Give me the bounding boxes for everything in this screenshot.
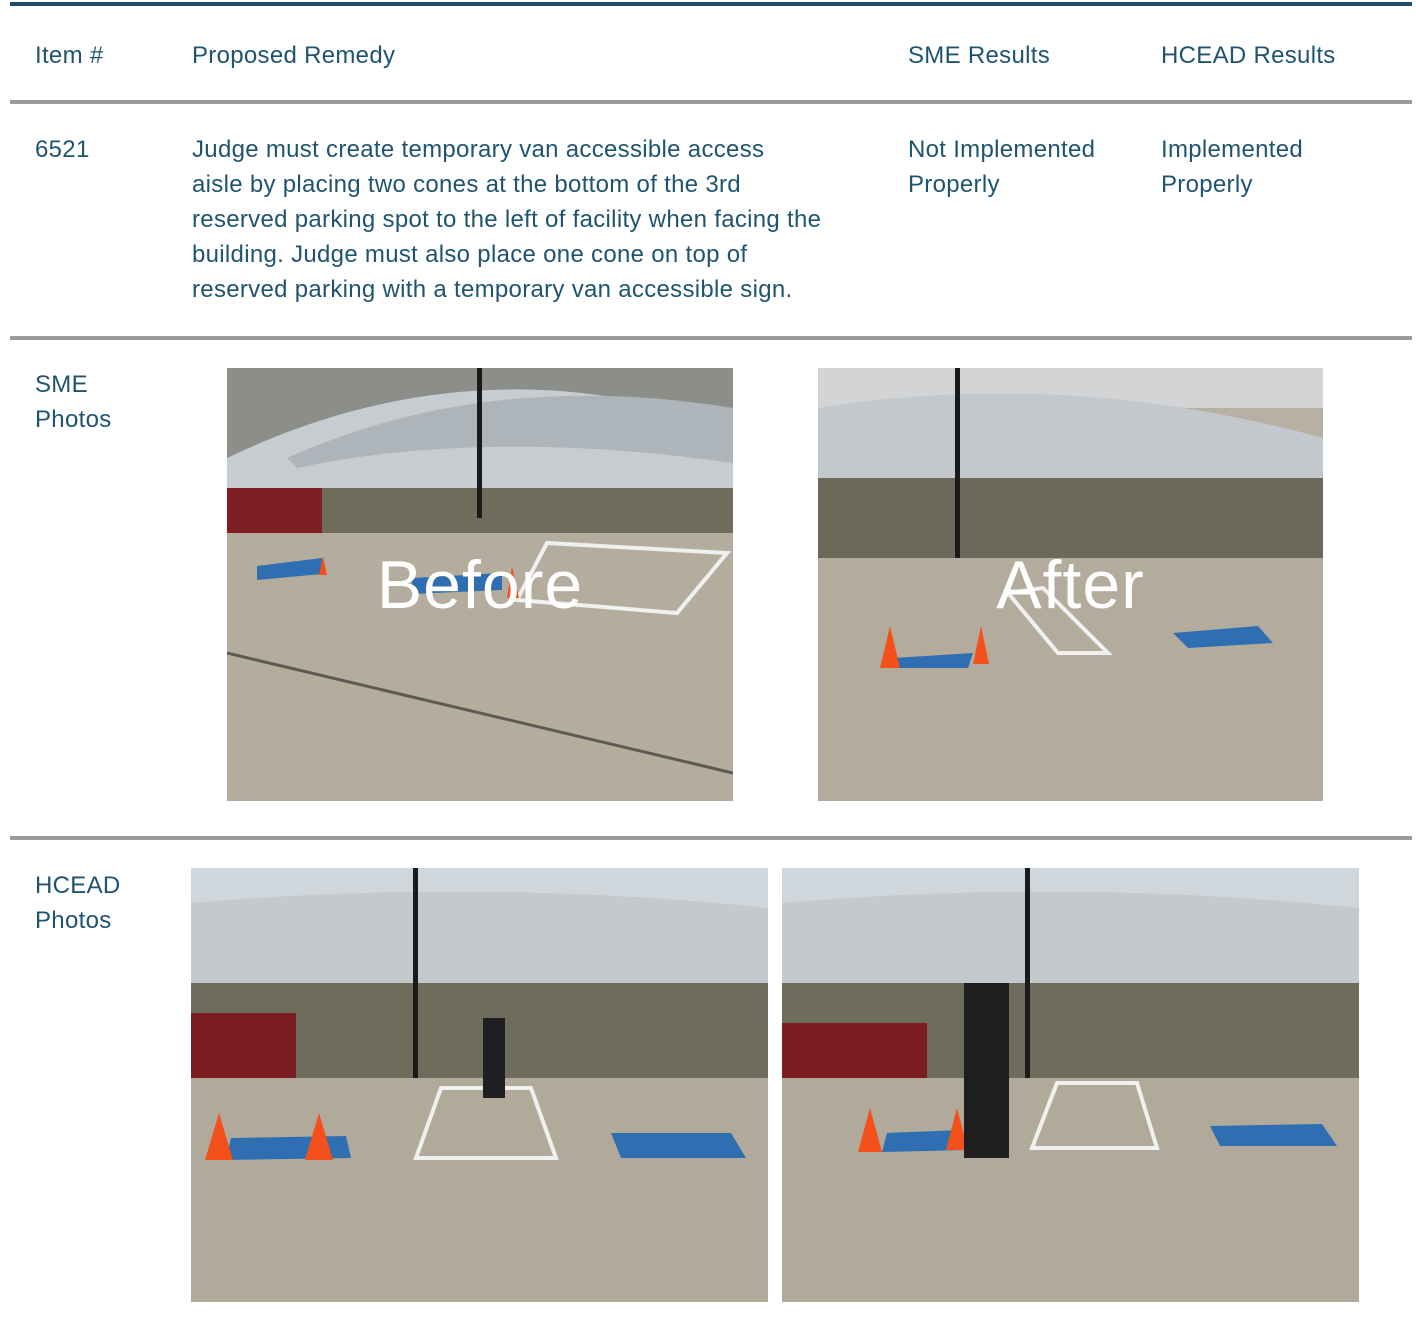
parking-lot-image bbox=[782, 868, 1359, 1302]
hcead-photos-label-line: Photos bbox=[35, 907, 112, 934]
hcead-photo-1 bbox=[191, 868, 768, 1302]
remedy-line: building. Judge must also place one cone… bbox=[192, 241, 748, 268]
sme-photos-label-line: Photos bbox=[35, 406, 112, 433]
remedy-line: reserved parking spot to the left of fac… bbox=[192, 206, 822, 233]
header-sme-results: SME Results bbox=[908, 42, 1051, 69]
header-proposed-remedy: Proposed Remedy bbox=[192, 42, 396, 69]
hcead-photo-2 bbox=[782, 868, 1359, 1302]
hcead-photos-label-line: HCEAD bbox=[35, 872, 121, 899]
header-divider bbox=[10, 100, 1412, 104]
sme-after-photo: After bbox=[818, 368, 1323, 801]
after-label: After bbox=[996, 546, 1145, 623]
sme-result-line: Not Implemented bbox=[908, 136, 1096, 163]
proposed-remedy-text: Judge must create temporary van accessib… bbox=[192, 132, 892, 307]
hcead-photos-label: HCEAD Photos bbox=[35, 868, 121, 938]
hcead-result-line: Properly bbox=[1161, 171, 1253, 198]
header-item-number: Item # bbox=[35, 42, 104, 69]
hcead-result: Implemented Properly bbox=[1161, 132, 1303, 202]
remedy-line: Judge must create temporary van accessib… bbox=[192, 136, 765, 163]
item-number: 6521 bbox=[35, 136, 90, 163]
sme-photos-label: SME Photos bbox=[35, 367, 112, 437]
hcead-result-line: Implemented bbox=[1161, 136, 1304, 163]
sme-result-line: Properly bbox=[908, 171, 1000, 198]
top-rule bbox=[10, 2, 1412, 6]
row-divider bbox=[10, 336, 1412, 340]
before-label: Before bbox=[376, 546, 584, 623]
sme-photos-label-line: SME bbox=[35, 371, 88, 398]
remedy-line: reserved parking with a temporary van ac… bbox=[192, 276, 793, 303]
sme-result: Not Implemented Properly bbox=[908, 132, 1095, 202]
remedy-line: aisle by placing two cones at the bottom… bbox=[192, 171, 741, 198]
sme-before-photo: Before bbox=[227, 368, 733, 801]
parking-lot-image bbox=[191, 868, 768, 1302]
header-hcead-results: HCEAD Results bbox=[1161, 42, 1336, 69]
section-divider bbox=[10, 836, 1412, 840]
